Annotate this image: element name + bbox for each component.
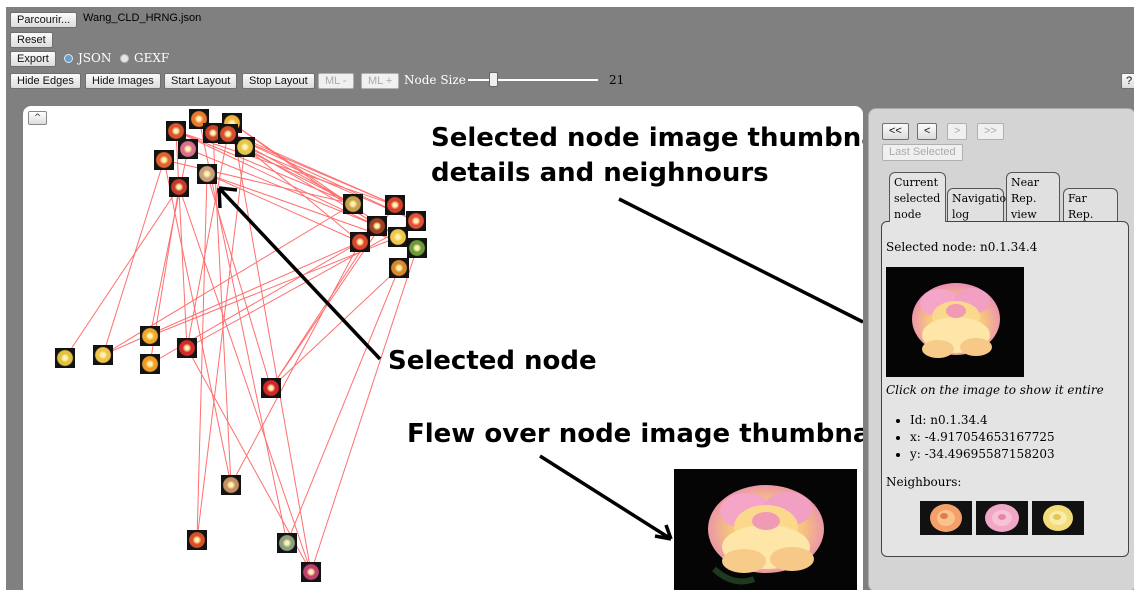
tab-label-line: Current [894, 176, 939, 189]
neighbour-thumbnail[interactable] [920, 501, 972, 535]
app-window: Parcourir... Wang_CLD_HRNG.json Reset Ex… [6, 7, 1134, 590]
format-gexf-radio[interactable] [120, 54, 129, 63]
tab-label-line: Navigation [952, 192, 1014, 205]
node-size-slider-track[interactable] [468, 79, 598, 81]
hover-thumbnail-image [674, 469, 857, 590]
start-layout-button[interactable]: Start Layout [164, 73, 238, 89]
tab-label-line: Near [1011, 176, 1039, 189]
node-size-slider-handle[interactable] [489, 72, 498, 87]
annotation-selected-node: Selected node [388, 346, 597, 376]
help-button[interactable]: ? [1121, 73, 1134, 89]
tab-navigation-log[interactable]: Navigation log [947, 188, 1014, 222]
neighbours-label: Neighbours: [886, 475, 962, 489]
neighbour-thumbnail[interactable] [1032, 501, 1084, 535]
node-id: Id: n0.1.34.4 [910, 412, 1055, 429]
nav-prev-button[interactable]: < [917, 123, 938, 140]
node-size-value: 21 [609, 73, 625, 87]
browse-button[interactable]: Parcourir... [10, 12, 78, 28]
tab-label-line: Rep. [1011, 192, 1037, 205]
annotation-flew-over: Flew over node image thumbnail [407, 419, 863, 449]
last-selected-button[interactable]: Last Selected [882, 144, 963, 161]
tab-content: Selected node: n0.1.34.4 Click on the im… [881, 221, 1129, 557]
node-y: y: -34.49695587158203 [910, 446, 1055, 463]
node-x: x: -4.917054653167725 [910, 429, 1055, 446]
neighbour-thumbnail[interactable] [976, 501, 1028, 535]
tab-label-line: node [894, 208, 922, 221]
node-details-list: Id: n0.1.34.4 x: -4.917054653167725 y: -… [882, 412, 1055, 463]
nav-last-button[interactable]: >> [977, 123, 1004, 140]
nav-next-button[interactable]: > [947, 123, 968, 140]
graph-canvas[interactable]: ^ Selected node image thumbnail, details… [23, 106, 863, 590]
arrow-flew-over [539, 454, 673, 541]
reset-button[interactable]: Reset [10, 32, 53, 48]
hide-images-button[interactable]: Hide Images [85, 73, 161, 89]
click-hint: Click on the image to show it entire [886, 383, 1104, 397]
tab-near-rep-view[interactable]: Near Rep. view [1006, 172, 1060, 222]
format-json-label: JSON [78, 51, 112, 65]
hide-edges-button[interactable]: Hide Edges [10, 73, 81, 89]
annotation-thumbnail-line2: details and neighnours [431, 158, 769, 188]
export-button[interactable]: Export [10, 51, 56, 67]
arrow-selected-node [217, 186, 382, 361]
details-panel: << < > >> Last Selected Current selected… [868, 108, 1134, 590]
tab-label-line: selected [894, 192, 941, 205]
ml-plus-button[interactable]: ML + [361, 73, 400, 89]
tab-far-rep-view[interactable]: Far Rep. view [1063, 188, 1118, 237]
annotation-thumbnail-line1: Selected node image thumbnail, [431, 123, 863, 153]
selected-node-image[interactable] [886, 267, 1024, 377]
arrow-thumbnail [618, 197, 863, 324]
node-size-label: Node Size [404, 73, 466, 87]
nav-first-button[interactable]: << [882, 123, 909, 140]
selected-node-text: Selected node: n0.1.34.4 [886, 240, 1038, 254]
stop-layout-button[interactable]: Stop Layout [242, 73, 315, 89]
tab-current-selected-node[interactable]: Current selected node [889, 172, 946, 222]
ml-minus-button[interactable]: ML - [318, 73, 354, 89]
file-name: Wang_CLD_HRNG.json [83, 12, 202, 24]
tab-label-line: Far Rep. [1068, 192, 1094, 221]
format-gexf-label: GEXF [134, 51, 170, 65]
format-json-radio[interactable] [64, 54, 73, 63]
